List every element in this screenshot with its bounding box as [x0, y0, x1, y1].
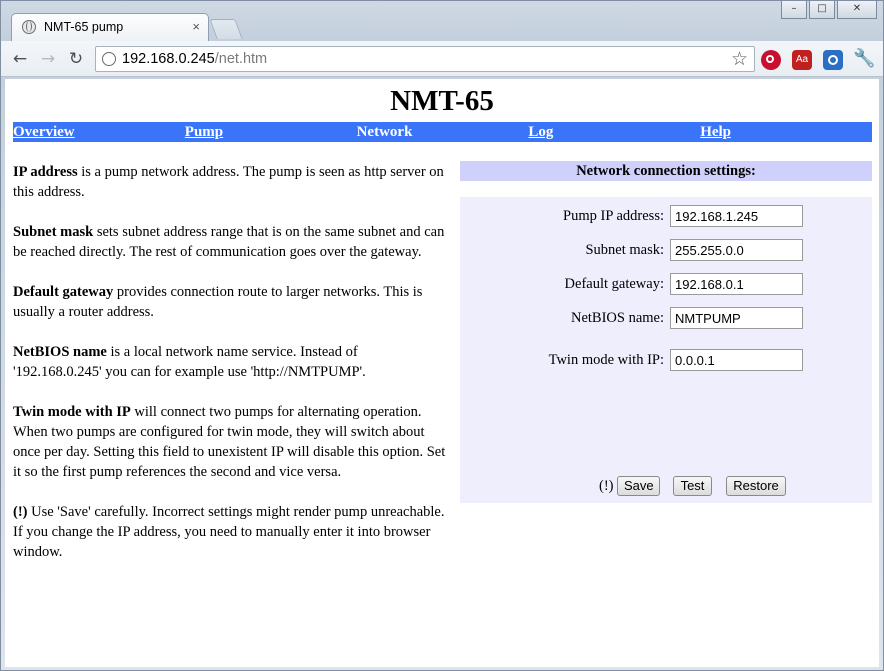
row-netbios-name: NetBIOS name:: [460, 307, 872, 331]
pump-ip-label: Pump IP address:: [563, 208, 664, 224]
row-subnet-mask: Subnet mask:: [460, 239, 872, 263]
reload-icon[interactable]: ↻: [65, 48, 87, 70]
subnet-mask-input[interactable]: [670, 239, 803, 261]
minimize-button[interactable]: –: [781, 1, 807, 19]
nav-help-link[interactable]: Help: [700, 122, 872, 142]
adblock-extension-icon[interactable]: [761, 50, 781, 70]
action-buttons: (!) Save Test Restore: [460, 476, 872, 498]
address-bar[interactable]: 192.168.0.245/net.htm ☆: [95, 46, 755, 72]
help-twin-mode: Twin mode with IP will connect two pumps…: [13, 404, 446, 480]
browser-window: NMT-65 pump × – □ ✕ ← → ↻ 192.168.0.245/…: [0, 0, 884, 671]
help-subnet-mask: Subnet mask sets subnet address range th…: [13, 224, 445, 260]
twin-mode-input[interactable]: [670, 349, 803, 371]
window-controls: – □ ✕: [781, 1, 877, 20]
globe-icon: [22, 20, 36, 34]
help-text: IP address is a pump network address. Th…: [13, 162, 447, 582]
help-ip-address: IP address is a pump network address. Th…: [13, 164, 444, 200]
page-title: NMT-65: [390, 85, 494, 117]
settings-header: Network connection settings:: [460, 161, 872, 181]
default-gateway-input[interactable]: [670, 273, 803, 295]
nav-menu: Overview Pump Network Log Help: [13, 122, 872, 142]
url-path: /net.htm: [214, 51, 268, 67]
save-button[interactable]: Save: [617, 476, 660, 496]
dictionary-extension-icon[interactable]: Aa: [792, 50, 812, 70]
row-twin-mode: Twin mode with IP:: [460, 349, 872, 373]
nav-network-link[interactable]: Network: [357, 122, 529, 142]
browser-toolbar: ← → ↻ 192.168.0.245/net.htm ☆ Aa 🔧: [1, 41, 883, 77]
help-warning: (!) Use 'Save' carefully. Incorrect sett…: [13, 504, 445, 560]
pump-ip-input[interactable]: [670, 205, 803, 227]
netbios-name-input[interactable]: [670, 307, 803, 329]
browser-tab[interactable]: NMT-65 pump ×: [11, 13, 209, 41]
url-host: 192.168.0.245: [122, 51, 215, 67]
close-window-button[interactable]: ✕: [837, 1, 877, 19]
url-text: 192.168.0.245/net.htm: [122, 51, 267, 67]
subnet-mask-label: Subnet mask:: [585, 242, 664, 258]
row-default-gateway: Default gateway:: [460, 273, 872, 297]
blue-extension-icon[interactable]: [823, 50, 843, 70]
forward-arrow-icon[interactable]: →: [37, 48, 59, 70]
nav-overview-link[interactable]: Overview: [13, 122, 185, 142]
page-viewport: NMT-65 Overview Pump Network Log Help IP…: [5, 79, 879, 667]
maximize-button[interactable]: □: [809, 1, 835, 19]
netbios-name-label: NetBIOS name:: [570, 310, 664, 326]
help-default-gateway: Default gateway provides connection rout…: [13, 284, 423, 320]
settings-form: Pump IP address: Subnet mask: Default ga…: [460, 197, 872, 503]
back-arrow-icon[interactable]: ←: [9, 48, 31, 70]
default-gateway-label: Default gateway:: [564, 276, 664, 292]
row-pump-ip: Pump IP address:: [460, 205, 872, 229]
help-netbios-name: NetBIOS name is a local network name ser…: [13, 344, 366, 380]
save-warning: (!): [599, 478, 614, 494]
test-button[interactable]: Test: [673, 476, 712, 496]
nav-pump-link[interactable]: Pump: [185, 122, 357, 142]
twin-mode-label: Twin mode with IP:: [548, 352, 664, 368]
title-bar: NMT-65 pump × – □ ✕: [1, 1, 883, 41]
new-tab-button[interactable]: [209, 19, 243, 39]
page-info-icon[interactable]: [102, 52, 116, 66]
nav-log-link[interactable]: Log: [528, 122, 700, 142]
close-tab-icon[interactable]: ×: [192, 19, 200, 34]
bookmark-star-icon[interactable]: ☆: [731, 48, 748, 70]
tab-title: NMT-65 pump: [44, 20, 124, 34]
wrench-menu-icon[interactable]: 🔧: [853, 48, 875, 69]
restore-button[interactable]: Restore: [726, 476, 786, 496]
